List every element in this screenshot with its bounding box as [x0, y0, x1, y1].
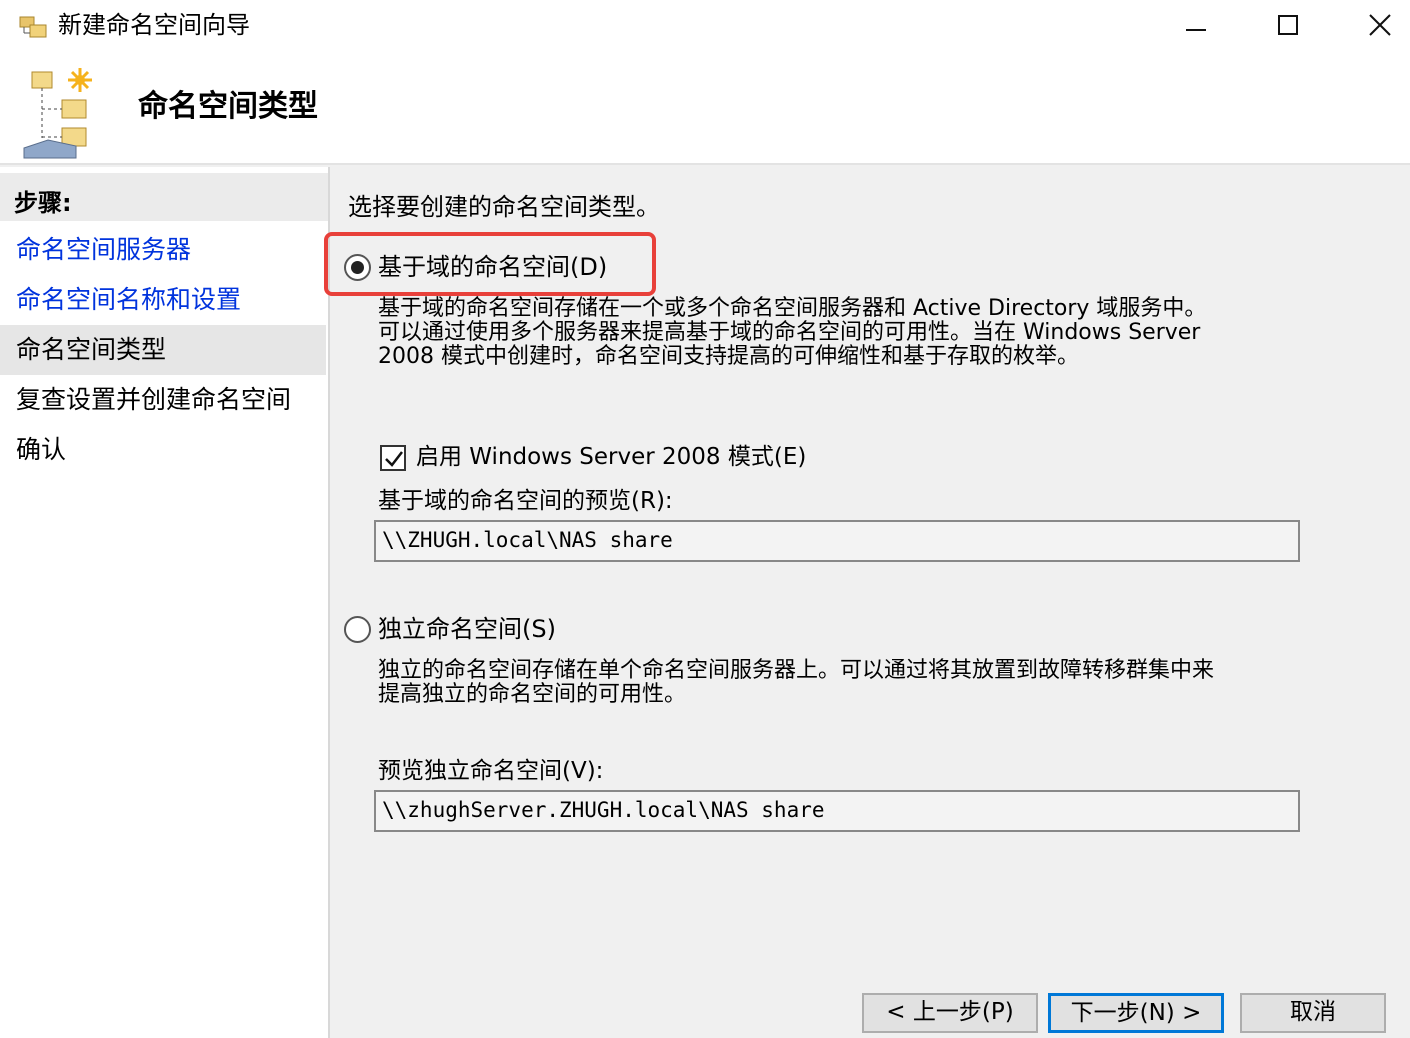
checkmark-icon [385, 451, 403, 467]
domain-namespace-description: 基于域的命名空间存储在一个或多个命名空间服务器和 Active Director… [378, 297, 1298, 369]
step-review-create: 复查设置并创建命名空间 [16, 385, 292, 414]
description-line: 可以通过使用多个服务器来提高基于域的命名空间的可用性。当在 Windows Se… [378, 320, 1201, 345]
standalone-namespace-radio[interactable] [344, 616, 371, 643]
maximize-icon [1278, 15, 1298, 35]
ws2008-mode-label[interactable]: 启用 Windows Server 2008 模式(E) [416, 441, 806, 473]
domain-preview-field[interactable]: \\ZHUGH.local\NAS share [374, 520, 1300, 562]
folder-tree-icon [18, 9, 50, 41]
close-button[interactable] [1334, 0, 1410, 50]
step-namespace-name-settings[interactable]: 命名空间名称和设置 [0, 275, 326, 325]
page-title: 命名空间类型 [138, 89, 318, 124]
domain-namespace-label[interactable]: 基于域的命名空间(D) [378, 251, 607, 283]
minimize-button[interactable] [1150, 0, 1242, 50]
domain-namespace-radio[interactable] [344, 254, 371, 281]
back-button[interactable]: < 上一步(P) [862, 993, 1038, 1033]
step-confirmation: 确认 [16, 435, 67, 464]
domain-preview-label: 基于域的命名空间的预览(R): [378, 488, 673, 514]
namespace-wizard-icon [20, 66, 94, 162]
description-line: 独立的命名空间存储在单个命名空间服务器上。可以通过将其放置到故障转移群集中来 [378, 658, 1215, 683]
ws2008-mode-checkbox[interactable] [380, 445, 406, 471]
cancel-button[interactable]: 取消 [1240, 993, 1386, 1033]
standalone-preview-label: 预览独立命名空间(V): [378, 758, 604, 784]
close-icon [1369, 14, 1391, 36]
standalone-namespace-label[interactable]: 独立命名空间(S) [378, 613, 556, 645]
radio-selected-dot [351, 261, 364, 274]
description-line: 基于域的命名空间存储在一个或多个命名空间服务器和 Active Director… [378, 296, 1207, 321]
wizard-header: 命名空间类型 [0, 52, 1410, 165]
standalone-preview-field[interactable]: \\zhughServer.ZHUGH.local\NAS share [374, 790, 1300, 832]
window-title: 新建命名空间向导 [58, 11, 250, 39]
description-line: 提高独立的命名空间的可用性。 [378, 682, 687, 707]
description-line: 2008 模式中创建时，命名空间支持提高的可伸缩性和基于存取的枚举。 [378, 344, 1079, 369]
next-button[interactable]: 下一步(N) > [1048, 993, 1224, 1033]
steps-sidebar: 步骤: 命名空间服务器 命名空间名称和设置 命名空间类型 复查设置并创建命名空间… [0, 167, 330, 1038]
title-bar: 新建命名空间向导 [0, 0, 1410, 52]
step-namespace-type: 命名空间类型 [0, 325, 326, 375]
instruction-text: 选择要创建的命名空间类型。 [348, 193, 660, 221]
minimize-icon [1186, 29, 1206, 31]
maximize-button[interactable] [1242, 0, 1334, 50]
steps-heading: 步骤: [0, 173, 328, 221]
step-namespace-server[interactable]: 命名空间服务器 [0, 225, 326, 275]
standalone-namespace-description: 独立的命名空间存储在单个命名空间服务器上。可以通过将其放置到故障转移群集中来 提… [378, 659, 1298, 707]
main-panel: 选择要创建的命名空间类型。 基于域的命名空间(D) 基于域的命名空间存储在一个或… [324, 167, 1410, 1038]
